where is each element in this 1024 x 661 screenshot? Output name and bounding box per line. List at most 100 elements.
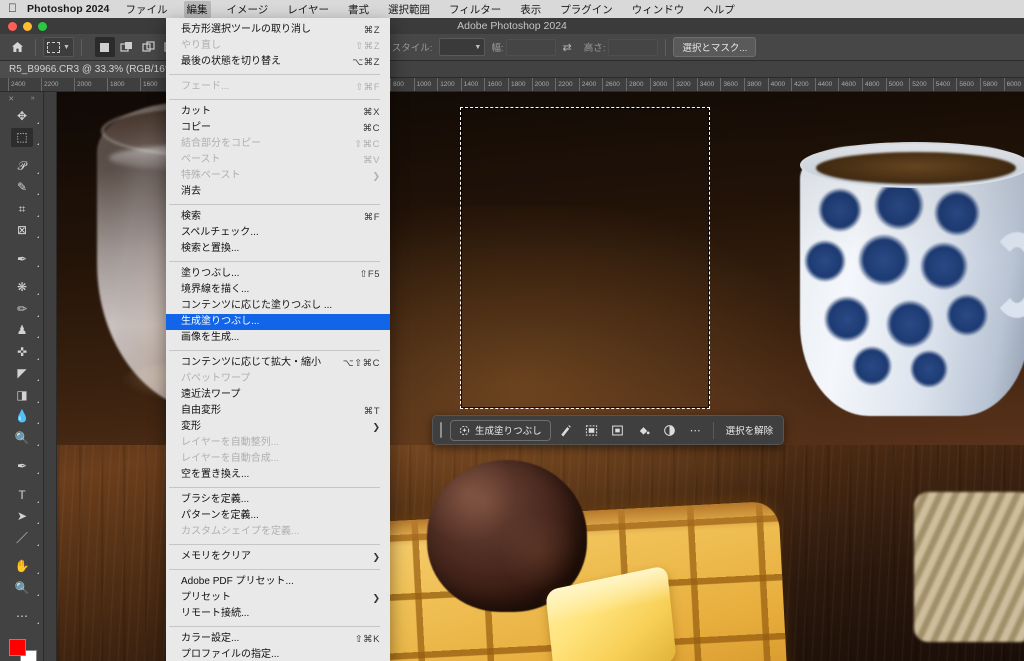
swap-width-height-icon[interactable]: ⇄ xyxy=(562,41,571,54)
menu-item: 結合部分をコピー ⇧⌘C xyxy=(166,136,390,152)
move-tool[interactable]: ✥ xyxy=(0,105,44,127)
menu-item[interactable]: カット ⌘X xyxy=(166,104,390,120)
more-options-icon[interactable]: ⋯ xyxy=(684,419,707,441)
ruler-tick: 1600 xyxy=(140,78,157,91)
subtract-from-selection-button[interactable] xyxy=(139,37,159,57)
rectangular-marquee-selection[interactable] xyxy=(460,107,710,409)
menubar-item-window[interactable]: ウィンドウ xyxy=(629,1,688,18)
menu-item[interactable]: コンテンツに応じて拡大・縮小 ⌥⇧⌘C xyxy=(166,355,390,371)
path-selection-tool[interactable]: ➤ xyxy=(0,506,44,528)
feather-selection-icon[interactable] xyxy=(606,419,629,441)
add-to-selection-button[interactable] xyxy=(117,37,137,57)
menu-item[interactable]: 最後の状態を切り替え ⌥⌘Z xyxy=(166,54,390,70)
fill-selection-icon[interactable] xyxy=(632,419,655,441)
menu-item[interactable]: プリセット ❯ xyxy=(166,590,390,606)
menu-item-shortcut: ⇧⌘C xyxy=(354,138,380,150)
blur-tool[interactable]: 💧 xyxy=(0,406,44,428)
clone-stamp-tool[interactable]: ♟ xyxy=(0,320,44,342)
height-input[interactable] xyxy=(608,38,659,56)
apple-logo-icon[interactable]:  xyxy=(8,2,17,14)
tool-preset-picker[interactable]: ▼ xyxy=(43,37,74,57)
type-tool[interactable]: T xyxy=(0,484,44,506)
menu-item[interactable]: スペルチェック... xyxy=(166,225,390,241)
deselect-button[interactable]: 選択を解除 xyxy=(720,423,780,437)
tool-group-indicator xyxy=(37,400,39,403)
menu-item[interactable]: 画像を生成... xyxy=(166,330,390,346)
dodge-tool[interactable]: 🔍 xyxy=(0,427,44,449)
menu-item[interactable]: Adobe PDF プリセット... xyxy=(166,574,390,590)
menu-item[interactable]: 遠近法ワープ xyxy=(166,387,390,403)
line-shape-tool[interactable]: ／ xyxy=(0,527,44,549)
pen-icon: ✒ xyxy=(16,459,28,474)
menu-item-label: ブラシを定義... xyxy=(181,494,250,505)
home-icon[interactable] xyxy=(6,37,28,58)
lasso-tool[interactable]: 𝒫 xyxy=(0,155,44,177)
menu-item[interactable]: 自由変形 ⌘T xyxy=(166,403,390,419)
menubar-item-image[interactable]: イメージ xyxy=(224,1,272,18)
menu-item[interactable]: 空を置き換え... xyxy=(166,467,390,483)
zoom-tool[interactable]: 🔍 xyxy=(0,577,44,599)
ruler-tick: 5400 xyxy=(932,78,950,91)
crop-tool[interactable]: ⌗ xyxy=(0,198,44,220)
foreground-color-swatch[interactable] xyxy=(9,639,26,656)
ruler-tick: 3600 xyxy=(720,78,738,91)
menubar-item-filter[interactable]: フィルター xyxy=(446,1,504,18)
menu-item[interactable]: 検索 ⌘F xyxy=(166,209,390,225)
rectangular-marquee-tool[interactable]: ⬚ xyxy=(0,127,44,149)
adjustment-layer-icon[interactable] xyxy=(658,419,681,441)
chevron-down-icon-2: ▼ xyxy=(474,43,482,51)
menubar-item-select[interactable]: 選択範囲 xyxy=(385,1,433,18)
clone-stamp-icon: ♟ xyxy=(16,323,28,338)
menubar-item-plugins[interactable]: プラグイン xyxy=(557,1,616,18)
eyedropper-tool[interactable]: ✒ xyxy=(0,248,44,270)
menu-item[interactable]: 生成塗りつぶし... xyxy=(166,314,390,330)
edit-menu-dropdown[interactable]: 長方形選択ツールの取り消し ⌘Z やり直し ⇧⌘Z 最後の状態を切り替え ⌥⌘Z フェード.… xyxy=(166,18,390,661)
pen-tool[interactable]: ✒ xyxy=(0,456,44,478)
menu-item[interactable]: カラー設定... ⇧⌘K xyxy=(166,631,390,647)
eraser-tool[interactable]: ◤ xyxy=(0,363,44,385)
document-tab[interactable]: R5_B9966.CR3 @ 33.3% (RGB/16*) xyxy=(0,60,182,78)
brush-tool[interactable]: ✏ xyxy=(0,298,44,320)
select-subject-icon[interactable] xyxy=(554,419,577,441)
select-and-mask-icon[interactable] xyxy=(580,419,603,441)
generative-fill-button[interactable]: 生成塗りつぶし xyxy=(450,419,551,441)
menu-item[interactable]: 消去 xyxy=(166,184,390,200)
menu-item-shortcut: ⌘F xyxy=(363,211,380,223)
menu-item[interactable]: パターンを定義... xyxy=(166,508,390,524)
drag-handle-icon[interactable] xyxy=(440,422,442,438)
expand-panel-icon[interactable]: » xyxy=(31,95,35,102)
collapse-panel-icon[interactable]: ✕ xyxy=(8,95,14,103)
new-selection-button[interactable] xyxy=(94,37,115,57)
menubar-item-view[interactable]: 表示 xyxy=(517,1,544,18)
frame-tool[interactable]: ⊠ xyxy=(0,220,44,242)
contextual-task-bar[interactable]: 生成塗りつぶし ⋯ 選択を解除 xyxy=(432,415,785,445)
menubar-item-help[interactable]: ヘルプ xyxy=(700,1,738,18)
edit-toolbar-tool[interactable]: ⋯ xyxy=(0,606,44,628)
spot-healing-brush-tool[interactable]: ❋ xyxy=(0,277,44,299)
menubar-item-type[interactable]: 書式 xyxy=(345,1,372,18)
menu-item[interactable]: コンテンツに応じた塗りつぶし ... xyxy=(166,298,390,314)
menu-item[interactable]: ブラシを定義... xyxy=(166,492,390,508)
menu-item[interactable]: コピー ⌘C xyxy=(166,120,390,136)
chevron-down-icon[interactable]: ▼ xyxy=(63,44,70,51)
object-selection-tool[interactable]: ✎ xyxy=(0,177,44,199)
menubar-item-layer[interactable]: レイヤー xyxy=(284,1,332,18)
menu-item[interactable]: 塗りつぶし... ⇧F5 xyxy=(166,266,390,282)
menu-item[interactable]: 長方形選択ツールの取り消し ⌘Z xyxy=(166,22,390,38)
history-brush-tool[interactable]: ✜ xyxy=(0,341,44,363)
menu-item[interactable]: 検索と置換... xyxy=(166,241,390,257)
menu-item[interactable]: メモリをクリア ❯ xyxy=(166,549,390,565)
menu-item-shortcut: ⌥⌘Z xyxy=(352,56,380,68)
menu-item[interactable]: 境界線を描く... xyxy=(166,282,390,298)
hand-tool[interactable]: ✋ xyxy=(0,556,44,578)
style-dropdown[interactable]: ▼ xyxy=(439,38,486,56)
menu-item[interactable]: 変形 ❯ xyxy=(166,419,390,435)
menubar-item-file[interactable]: ファイル xyxy=(123,1,171,18)
select-and-mask-button[interactable]: 選択とマスク... xyxy=(673,37,757,57)
menu-item[interactable]: リモート接続... xyxy=(166,606,390,622)
width-input[interactable] xyxy=(506,38,557,56)
gradient-tool[interactable]: ◨ xyxy=(0,384,44,406)
menubar-item-edit[interactable]: 編集 xyxy=(183,0,211,18)
menu-item[interactable]: プロファイルの指定... xyxy=(166,647,390,661)
menubar-app-name[interactable]: Photoshop 2024 xyxy=(27,3,110,15)
